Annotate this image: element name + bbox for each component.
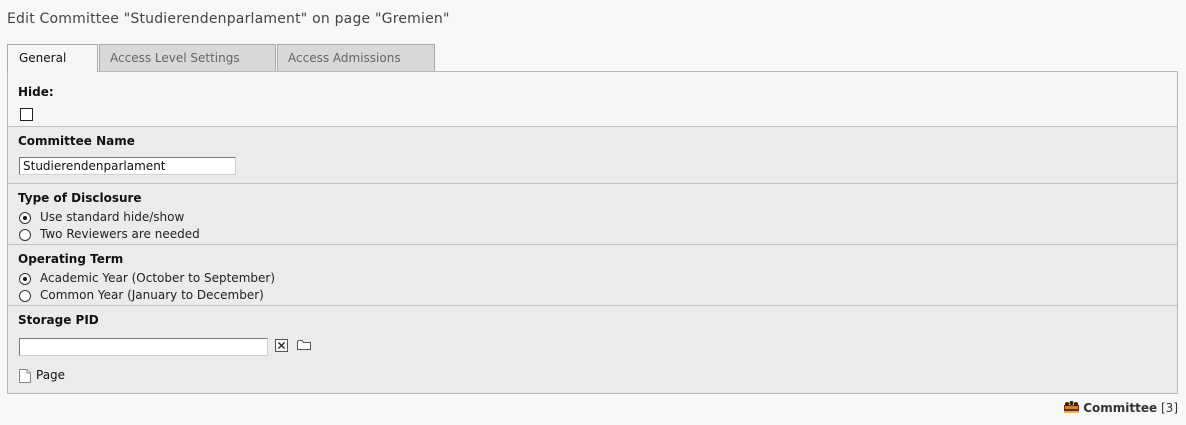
radio-button[interactable] [19,273,31,285]
committee-record-icon [1064,401,1080,413]
tab-general[interactable]: General [7,44,98,72]
disclosure-section: Type of Disclosure Use standard hide/sho… [8,184,1177,245]
storage-pid-section: Storage PID Page [8,306,1177,393]
tab-access-admissions[interactable]: Access Admissions [277,44,435,71]
storage-pid-input[interactable] [19,338,268,356]
folder-icon[interactable] [297,339,312,354]
page-document-icon [19,369,31,383]
tab-access-level-settings[interactable]: Access Level Settings [99,44,276,71]
radio-label: Use standard hide/show [40,210,185,224]
committee-name-section: Committee Name [8,127,1177,184]
radio-button[interactable] [19,212,31,224]
committee-name-label: Committee Name [18,134,135,148]
radio-button[interactable] [19,229,31,241]
storage-pid-label: Storage PID [18,313,99,327]
hide-section: Hide: [8,72,1177,127]
radio-label: Academic Year (October to September) [40,271,275,285]
hide-checkbox[interactable] [20,108,33,121]
clear-x-icon[interactable] [275,339,288,355]
radio-label: Two Reviewers are needed [40,227,200,241]
hide-label: Hide: [18,85,54,99]
record-footer: Committee [3] [1063,400,1178,415]
operating-term-section: Operating Term Academic Year (October to… [8,245,1177,306]
radio-label: Common Year (January to December) [40,288,264,302]
operating-term-label: Operating Term [18,252,124,266]
record-id: [3] [1161,401,1178,415]
page-title: Edit Committee "Studierendenparlament" o… [7,11,450,27]
radio-button[interactable] [19,290,31,302]
record-type: Committee [1083,401,1158,415]
committee-name-input[interactable] [19,157,236,175]
page-link-label: Page [36,368,66,382]
disclosure-label: Type of Disclosure [18,191,142,205]
form-panel: Hide: Committee Name Type of Disclosure … [7,71,1178,394]
